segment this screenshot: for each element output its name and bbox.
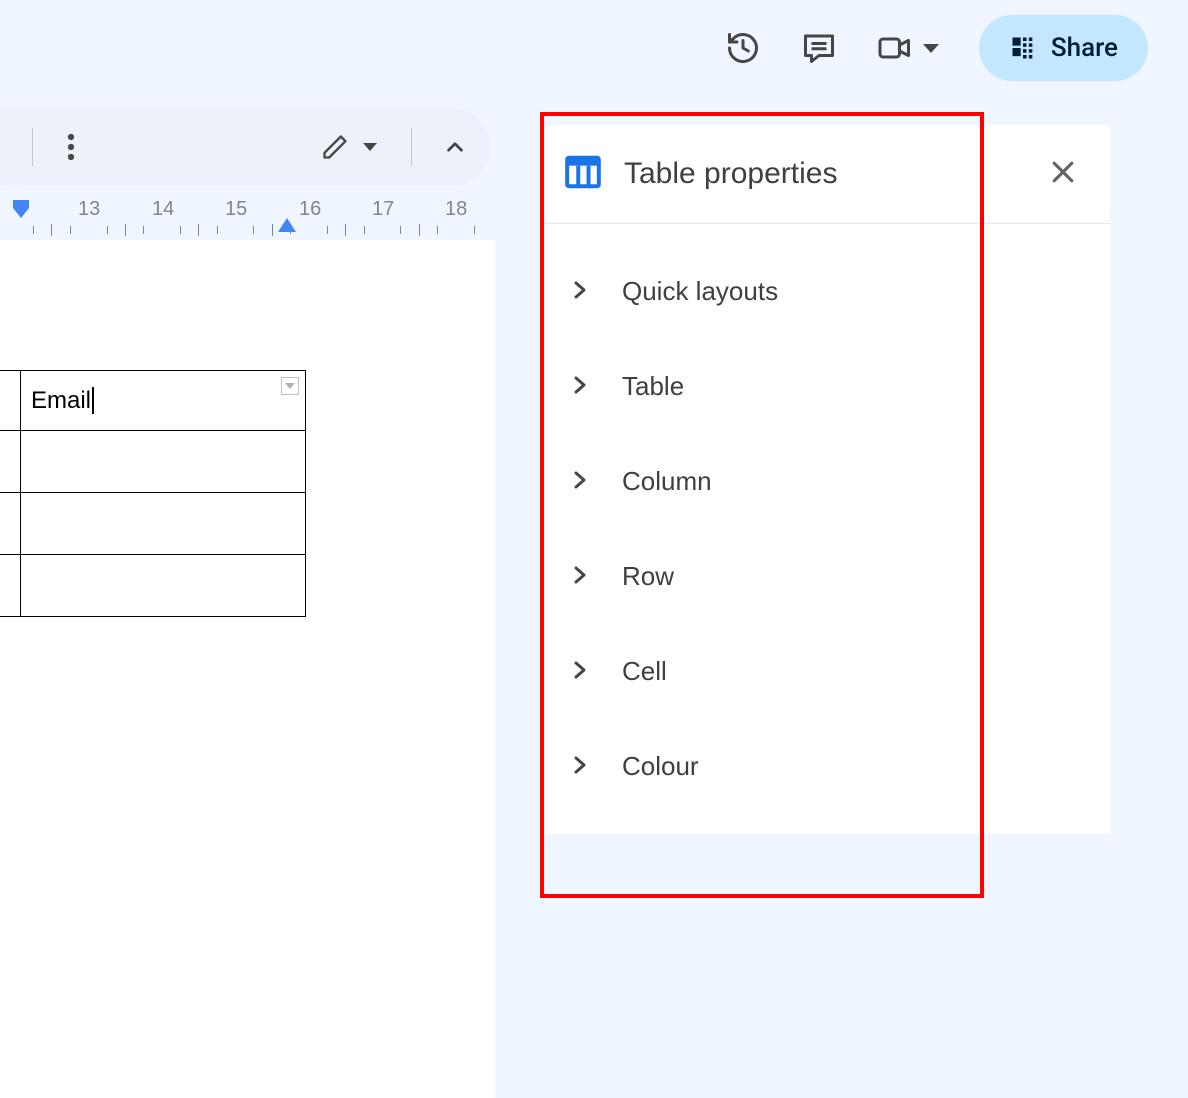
ruler-number: 13	[78, 198, 100, 221]
panel-item-label: Column	[622, 466, 712, 497]
panel-item-label: Table	[622, 371, 684, 402]
table-row[interactable]: Email	[0, 371, 306, 431]
pencil-icon	[321, 133, 349, 161]
ruler-ticks	[0, 224, 510, 238]
table-row[interactable]	[0, 431, 306, 493]
chevron-right-icon	[568, 658, 592, 686]
toolbar-divider	[32, 128, 33, 166]
table-row[interactable]	[0, 493, 306, 555]
table-cell[interactable]	[21, 555, 306, 617]
chevron-right-icon	[568, 278, 592, 306]
dropdown-caret-icon	[363, 143, 377, 151]
cell-options-dropdown[interactable]	[281, 377, 299, 395]
document-page[interactable]: Email	[0, 240, 495, 1098]
editing-mode-button[interactable]	[321, 133, 377, 161]
video-call-button[interactable]	[877, 30, 939, 66]
panel-item-label: Colour	[622, 751, 699, 782]
table-cell[interactable]	[0, 431, 21, 493]
history-icon[interactable]	[725, 30, 761, 66]
table-icon	[564, 153, 602, 195]
chevron-right-icon	[568, 563, 592, 591]
horizontal-ruler[interactable]: 13 14 15 16 17 18	[0, 198, 510, 240]
toolbar	[0, 108, 490, 186]
close-panel-button[interactable]	[1044, 153, 1082, 195]
table-properties-panel: Table properties Quick layouts Table Col	[540, 125, 1110, 834]
panel-item-label: Row	[622, 561, 674, 592]
table-cell[interactable]	[0, 371, 21, 431]
ruler-number: 15	[225, 198, 247, 221]
ruler-right-indent-marker[interactable]	[276, 214, 298, 240]
table-row[interactable]	[0, 555, 306, 617]
share-button-label: Share	[1051, 33, 1118, 63]
dropdown-caret-icon	[923, 44, 939, 53]
panel-section-table[interactable]: Table	[540, 339, 1110, 434]
panel-section-cell[interactable]: Cell	[540, 624, 1110, 719]
ruler-number: 17	[372, 198, 394, 221]
document-table[interactable]: Email	[0, 370, 306, 617]
chevron-right-icon	[568, 468, 592, 496]
table-cell[interactable]	[21, 431, 306, 493]
table-cell-text: Email	[31, 387, 94, 414]
table-cell[interactable]	[0, 555, 21, 617]
video-icon	[877, 30, 913, 66]
panel-section-column[interactable]: Column	[540, 434, 1110, 529]
panel-body: Quick layouts Table Column Row Cell	[540, 224, 1110, 834]
toolbar-divider	[411, 128, 412, 166]
chevron-right-icon	[568, 753, 592, 781]
more-options-button[interactable]	[61, 126, 81, 168]
table-cell[interactable]: Email	[21, 371, 306, 431]
share-icon	[1009, 34, 1037, 62]
ruler-number: 18	[445, 198, 467, 221]
panel-item-label: Cell	[622, 656, 667, 687]
share-button[interactable]: Share	[979, 15, 1148, 81]
close-icon	[1048, 157, 1078, 187]
panel-section-row[interactable]: Row	[540, 529, 1110, 624]
panel-item-label: Quick layouts	[622, 276, 778, 307]
panel-title: Table properties	[624, 157, 837, 191]
comment-icon[interactable]	[801, 30, 837, 66]
collapse-toolbar-button[interactable]	[436, 128, 474, 166]
ruler-number: 16	[299, 198, 321, 221]
table-cell[interactable]	[0, 493, 21, 555]
panel-section-colour[interactable]: Colour	[540, 719, 1110, 814]
panel-section-quick-layouts[interactable]: Quick layouts	[540, 244, 1110, 339]
chevron-right-icon	[568, 373, 592, 401]
app-header: Share	[725, 0, 1188, 96]
ruler-number: 14	[152, 198, 174, 221]
panel-header: Table properties	[540, 125, 1110, 224]
table-cell[interactable]	[21, 493, 306, 555]
